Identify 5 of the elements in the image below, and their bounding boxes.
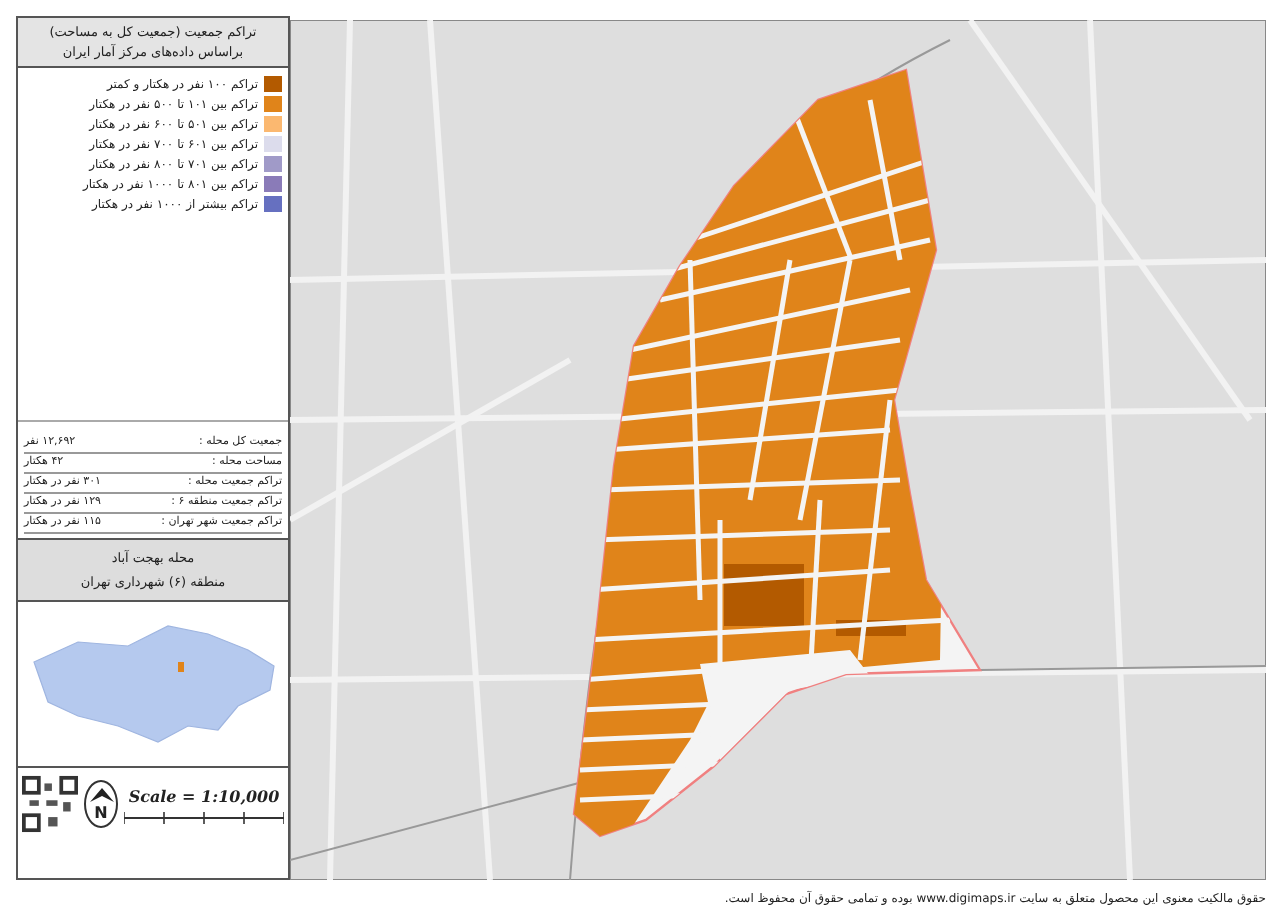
qr-code-icon [22,774,79,834]
scale-text: Scale = 1:10,000 [128,785,280,805]
scale-bar-icon [124,811,284,823]
arrow-up-icon [89,787,114,803]
north-label: N [94,803,108,821]
